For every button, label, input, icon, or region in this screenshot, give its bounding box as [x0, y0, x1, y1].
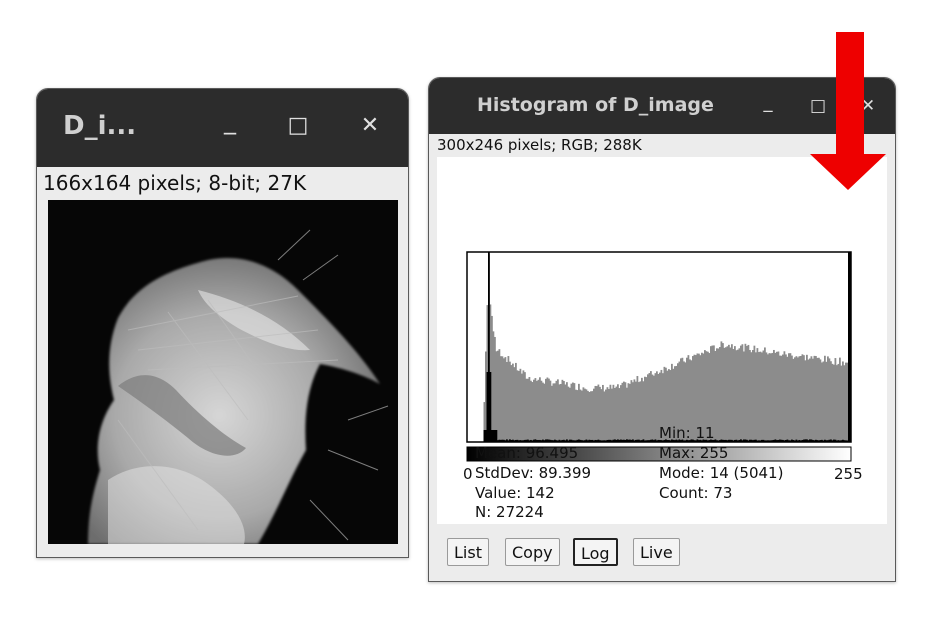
maximize-button[interactable]: □ [806, 96, 830, 116]
close-button[interactable]: ✕ [856, 96, 880, 116]
copy-button[interactable]: Copy [505, 538, 560, 566]
image-window-title: D_i... [63, 111, 137, 141]
histogram-window: Histogram of D_image _ □ ✕ 300x246 pixel… [428, 77, 896, 582]
live-button[interactable]: Live [633, 538, 680, 566]
stat-stddev: StdDev: 89.399 [475, 464, 592, 482]
image-window-titlebar[interactable]: D_i... _ □ ✕ [37, 89, 408, 167]
stat-value: Value: 142 [475, 484, 555, 502]
stat-min: Min: 11 [659, 424, 715, 442]
histogram-window-titlebar[interactable]: Histogram of D_image _ □ ✕ [429, 78, 895, 134]
microscopy-image [88, 229, 389, 544]
stat-mode: Mode: 14 (5041) [659, 464, 784, 482]
axis-min-label: 0 [463, 465, 473, 483]
stat-max: Max: 255 [659, 444, 729, 462]
histogram-window-title: Histogram of D_image [477, 94, 714, 116]
list-button[interactable]: List [447, 538, 489, 566]
image-window: D_i... _ □ ✕ 166x164 pixels; 8-bit; 27K [36, 88, 409, 558]
histogram-info: 300x246 pixels; RGB; 288K [429, 134, 895, 156]
image-info: 166x164 pixels; 8-bit; 27K [37, 169, 408, 197]
histogram-log-bars [483, 254, 852, 442]
log-button[interactable]: Log [573, 538, 618, 566]
stat-count: Count: 73 [659, 484, 733, 502]
stat-n: N: 27224 [475, 503, 544, 521]
axis-max-label: 255 [834, 465, 863, 483]
minimize-button[interactable]: _ [215, 107, 245, 135]
close-button[interactable]: ✕ [355, 113, 385, 138]
image-canvas[interactable] [48, 200, 398, 544]
maximize-button[interactable]: □ [283, 113, 313, 138]
minimize-button[interactable]: _ [756, 92, 780, 113]
stat-mean: Mean: 96.495 [475, 444, 579, 462]
histogram-bin-255 [848, 252, 851, 442]
button-row: List Copy Log Live [447, 538, 887, 568]
